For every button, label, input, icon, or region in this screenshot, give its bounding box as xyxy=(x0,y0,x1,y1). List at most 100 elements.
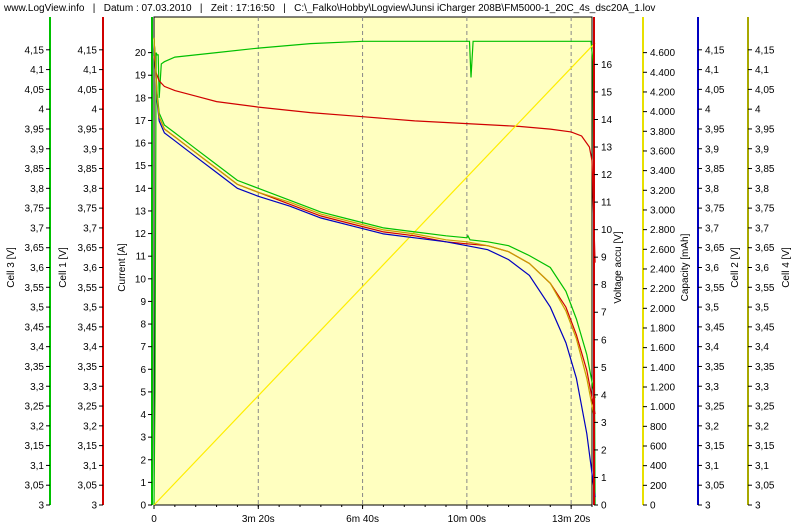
cell4-tick-label: 3,8 xyxy=(755,184,769,195)
voltage-tick-label: 11 xyxy=(601,198,612,209)
voltage-tick-label: 8 xyxy=(601,280,607,291)
current-tick-label: 16 xyxy=(135,139,147,150)
cell4-tick-label: 4 xyxy=(755,105,761,116)
cell3-tick-label: 3,1 xyxy=(30,461,44,472)
cell3-tick-label: 3,8 xyxy=(30,184,44,195)
voltage-tick-label: 1 xyxy=(601,473,607,484)
cell1-tick-label: 3,05 xyxy=(78,481,98,492)
cell1-tick-label: 3,2 xyxy=(83,421,97,432)
voltage-tick-label: 2 xyxy=(601,445,607,456)
cell2-tick-label: 3,75 xyxy=(705,204,725,215)
x-tick-label: 10m 00s xyxy=(448,514,486,525)
cell1-tick-label: 3,6 xyxy=(83,263,97,274)
cell2-tick-label: 3,8 xyxy=(705,184,719,195)
cell4-tick-label: 3,45 xyxy=(755,322,775,333)
voltage-tick-label: 3 xyxy=(601,418,607,429)
current-tick-label: 5 xyxy=(140,387,146,398)
cell2-tick-label: 3,35 xyxy=(705,362,725,373)
cell2-tick-label: 3,5 xyxy=(705,303,719,314)
cell4-tick-label: 3,6 xyxy=(755,263,769,274)
cell4-axis: 3 3,05 3,1 3,15 3,2 3,25 3,3 3,35 3,4 3,45 3,5 3,55… xyxy=(747,17,792,512)
cell4-tick-label: 3,95 xyxy=(755,124,775,135)
cell4-tick-label: 3,85 xyxy=(755,164,775,175)
cell3-tick-label: 3,95 xyxy=(25,124,45,135)
capacity-tick-label: 1.600 xyxy=(650,343,675,354)
current-tick-label: 20 xyxy=(135,48,147,59)
cell4-tick-label: 3,5 xyxy=(755,303,769,314)
current-tick-label: 1 xyxy=(140,478,146,489)
voltage-tick-label: 0 xyxy=(601,501,607,512)
cell3-tick-label: 3 xyxy=(38,501,44,512)
cell2-tick-label: 3,3 xyxy=(705,382,719,393)
cell3-tick-label: 4 xyxy=(38,105,44,116)
cell2-tick-label: 3,1 xyxy=(705,461,719,472)
x-tick-label: 3m 20s xyxy=(242,514,275,525)
capacity-tick-label: 3.800 xyxy=(650,127,675,138)
capacity-tick-label: 4.200 xyxy=(650,87,675,98)
cell1-tick-label: 3,85 xyxy=(78,164,98,175)
capacity-tick-label: 1.800 xyxy=(650,323,675,334)
cell3-tick-label: 3,9 xyxy=(30,144,44,155)
capacity-tick-label: 3.400 xyxy=(650,166,675,177)
capacity-tick-label: 4.400 xyxy=(650,68,675,79)
cell3-tick-label: 3,25 xyxy=(25,402,45,413)
cell2-tick-label: 3,15 xyxy=(705,441,725,452)
plot-area xyxy=(153,16,593,506)
cell1-tick-label: 3,65 xyxy=(78,243,98,254)
current-tick-label: 7 xyxy=(140,342,146,353)
capacity-tick-label: 4.600 xyxy=(650,48,675,59)
cell4-tick-label: 3,35 xyxy=(755,362,775,373)
cell2-tick-label: 3,9 xyxy=(705,144,719,155)
cell3-tick-label: 3,35 xyxy=(25,362,45,373)
cell2-axis-title: Cell 2 [V] xyxy=(730,247,741,288)
capacity-tick-label: 800 xyxy=(650,422,667,433)
cell4-tick-label: 3,3 xyxy=(755,382,769,393)
cell2-tick-label: 3,25 xyxy=(705,402,725,413)
cell4-tick-label: 3,15 xyxy=(755,441,775,452)
cell4-tick-label: 3,7 xyxy=(755,223,769,234)
cell2-tick-label: 3,6 xyxy=(705,263,719,274)
cell3-tick-label: 4,05 xyxy=(25,85,45,96)
cell3-axis-title: Cell 3 [V] xyxy=(6,247,17,288)
cell1-tick-label: 4,05 xyxy=(78,85,98,96)
cell3-tick-label: 3,85 xyxy=(25,164,45,175)
cell3-tick-label: 4,15 xyxy=(25,45,45,56)
cell3-tick-label: 3,75 xyxy=(25,204,45,215)
capacity-tick-label: 2.200 xyxy=(650,284,675,295)
current-tick-label: 12 xyxy=(135,229,147,240)
cell4-tick-label: 3,65 xyxy=(755,243,775,254)
cell1-tick-label: 3,75 xyxy=(78,204,98,215)
capacity-tick-label: 3.200 xyxy=(650,186,675,197)
cell4-tick-label: 4,15 xyxy=(755,45,775,56)
cell3-tick-label: 3,65 xyxy=(25,243,45,254)
capacity-tick-label: 2.000 xyxy=(650,304,675,315)
current-tick-label: 14 xyxy=(135,184,147,195)
voltage-tick-label: 15 xyxy=(601,87,613,98)
x-tick-label: 6m 40s xyxy=(346,514,379,525)
cell2-tick-label: 4 xyxy=(705,105,711,116)
cell3-tick-label: 3,3 xyxy=(30,382,44,393)
cell4-tick-label: 3,05 xyxy=(755,481,775,492)
capacity-tick-label: 2.400 xyxy=(650,264,675,275)
capacity-axis-title: Capacity [mAh] xyxy=(680,233,691,301)
voltage-tick-label: 6 xyxy=(601,335,607,346)
cell1-tick-label: 3,3 xyxy=(83,382,97,393)
cell4-tick-label: 3 xyxy=(755,501,761,512)
cell1-tick-label: 3 xyxy=(91,501,97,512)
capacity-tick-label: 1.200 xyxy=(650,382,675,393)
cell2-tick-label: 3,7 xyxy=(705,223,719,234)
cell1-tick-label: 3,9 xyxy=(83,144,97,155)
voltage-tick-label: 14 xyxy=(601,115,613,126)
cell2-tick-label: 3,2 xyxy=(705,421,719,432)
cell2-tick-label: 3,85 xyxy=(705,164,725,175)
cell3-tick-label: 3,55 xyxy=(25,283,45,294)
voltage-axis-title: Voltage accu [V] xyxy=(613,231,624,303)
cell4-tick-label: 3,9 xyxy=(755,144,769,155)
current-axis: 01234567891011121314151617181920Current … xyxy=(117,17,153,512)
current-tick-label: 18 xyxy=(135,93,147,104)
cell4-tick-label: 4,1 xyxy=(755,65,769,76)
capacity-tick-label: 600 xyxy=(650,441,667,452)
cell3-tick-label: 3,4 xyxy=(30,342,44,353)
cell2-tick-label: 4,1 xyxy=(705,65,719,76)
current-tick-label: 17 xyxy=(135,116,147,127)
